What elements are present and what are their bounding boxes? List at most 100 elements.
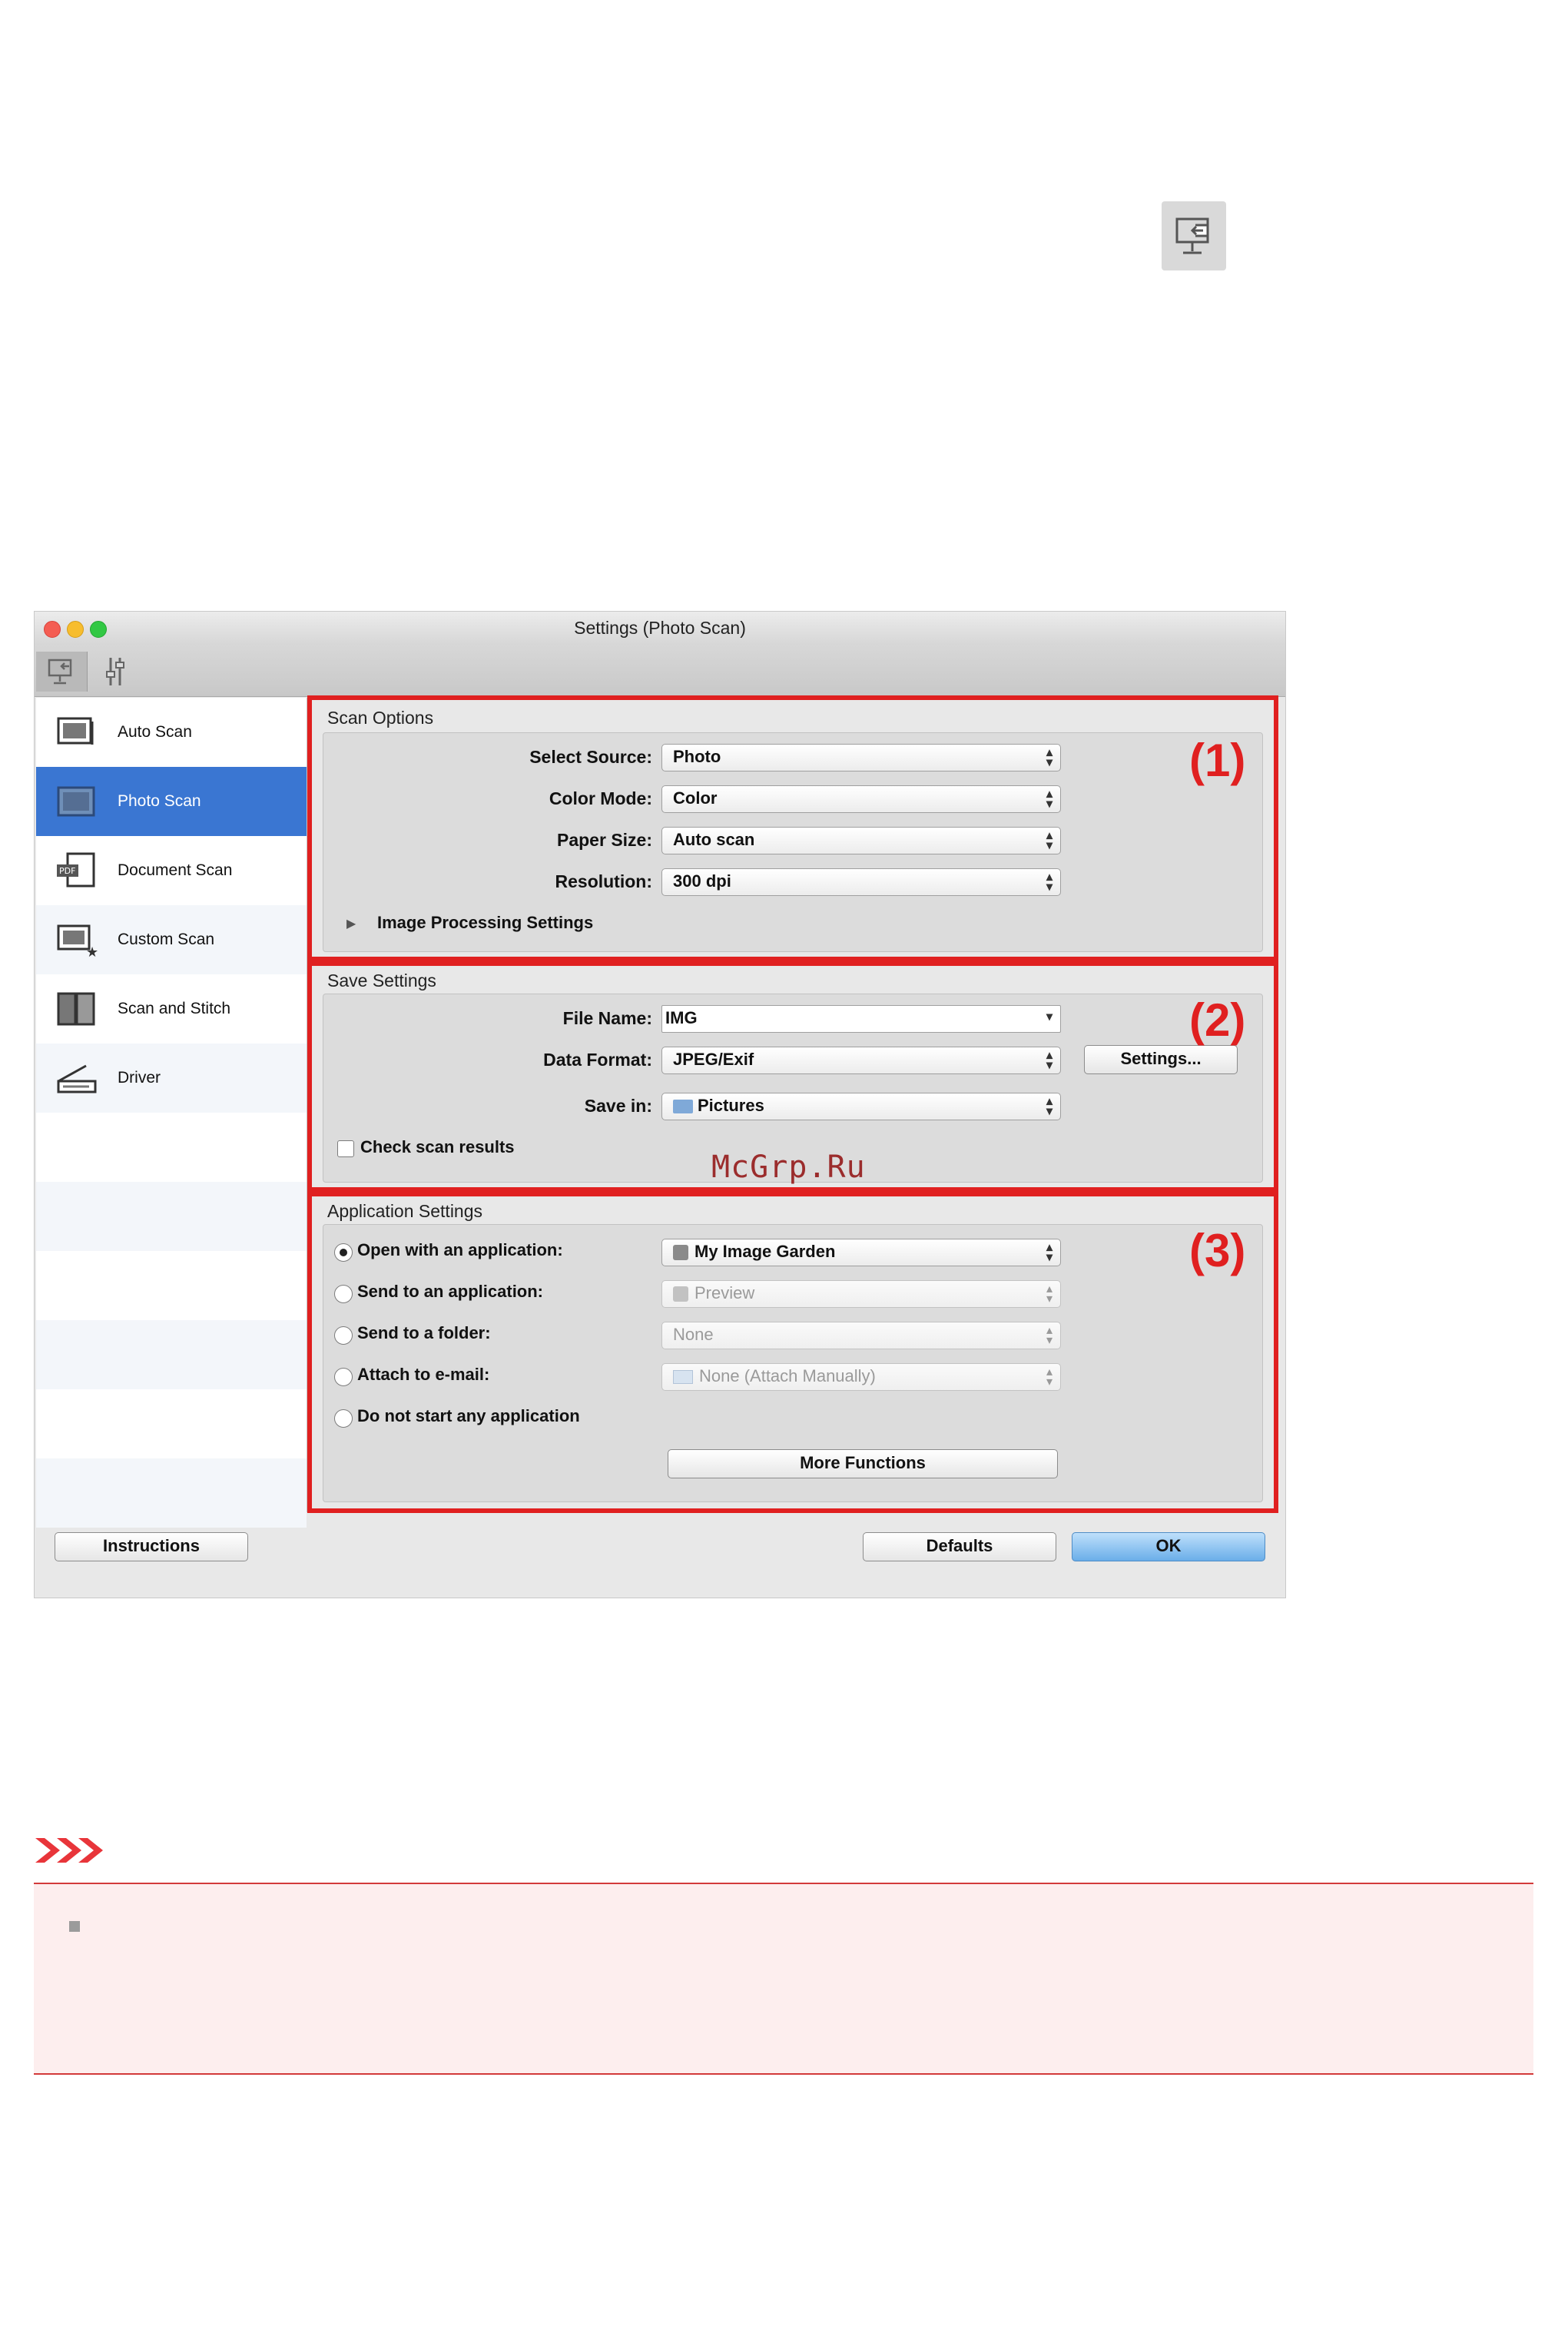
marker-3: (3) (1189, 1225, 1246, 1276)
preview-app-icon (673, 1286, 688, 1302)
folder-icon (673, 1370, 693, 1385)
updown-icon: ▴ ▾ (1046, 1324, 1053, 1347)
updown-icon: ▴ ▾ (1046, 788, 1053, 811)
document-scan-icon: PDF (53, 851, 101, 891)
updown-icon: ▴ ▾ (1046, 1282, 1053, 1306)
defaults-button[interactable]: Defaults (863, 1532, 1056, 1561)
scan-mode-sidebar: Auto Scan Photo Scan PDF Document Scan ★… (36, 698, 307, 1528)
sidebar-empty-row (36, 1458, 307, 1528)
important-icon (34, 1835, 111, 1866)
attach-to-email-label: Attach to e-mail: (357, 1365, 490, 1384)
marker-1: (1) (1189, 735, 1246, 786)
sidebar-item-scan-and-stitch[interactable]: Scan and Stitch (36, 974, 307, 1044)
title-bar: Settings (Photo Scan) (35, 612, 1285, 646)
data-format-dropdown[interactable]: JPEG/Exif ▴ ▾ (661, 1047, 1061, 1074)
check-scan-results-label: Check scan results (360, 1137, 515, 1156)
marker-2: (2) (1189, 994, 1246, 1046)
sidebar-item-auto-scan[interactable]: Auto Scan (36, 698, 307, 767)
color-mode-dropdown[interactable]: Color ▴ ▾ (661, 785, 1061, 813)
ok-button[interactable]: OK (1072, 1532, 1265, 1561)
select-source-dropdown[interactable]: Photo ▴ ▾ (661, 744, 1061, 771)
sidebar-item-label: Scan and Stitch (118, 1000, 231, 1017)
save-settings-title: Save Settings (327, 971, 436, 990)
sidebar-empty-row (36, 1113, 307, 1182)
check-scan-results-checkbox[interactable] (337, 1140, 354, 1157)
data-format-label: Data Format: (543, 1050, 652, 1070)
resolution-label: Resolution: (555, 871, 653, 891)
sidebar-item-photo-scan[interactable]: Photo Scan (36, 767, 307, 836)
sidebar-item-label: Custom Scan (118, 931, 215, 948)
more-functions-button[interactable]: More Functions (668, 1449, 1058, 1478)
sidebar-empty-row (36, 1320, 307, 1389)
file-name-combobox[interactable]: IMG ▾ (661, 1005, 1061, 1033)
auto-scan-icon (53, 712, 101, 752)
file-name-label: File Name: (562, 1008, 652, 1028)
svg-text:★: ★ (86, 944, 98, 958)
general-settings-tab[interactable] (90, 652, 141, 692)
save-in-label: Save in: (584, 1096, 652, 1116)
paper-size-dropdown[interactable]: Auto scan ▴ ▾ (661, 827, 1061, 854)
select-source-label: Select Source: (529, 747, 652, 767)
photo-scan-icon (53, 781, 101, 821)
disclosure-triangle-icon[interactable]: ▶ (346, 916, 356, 931)
scan-options-title: Scan Options (327, 708, 434, 728)
sidebar-empty-row (36, 1182, 307, 1251)
send-to-application-radio[interactable] (334, 1285, 353, 1303)
scan-settings-tab[interactable] (36, 652, 88, 692)
attach-to-email-dropdown[interactable]: None (Attach Manually) ▴ ▾ (661, 1363, 1061, 1391)
window-title: Settings (Photo Scan) (574, 618, 746, 638)
attach-to-email-radio[interactable] (334, 1368, 353, 1386)
image-processing-settings-toggle[interactable]: Image Processing Settings (377, 913, 593, 933)
send-to-application-dropdown[interactable]: Preview ▴ ▾ (661, 1280, 1061, 1308)
instructions-button[interactable]: Instructions (55, 1532, 248, 1561)
sidebar-item-label: Auto Scan (118, 723, 192, 741)
important-note-box (34, 1883, 1533, 2075)
send-to-folder-label: Send to a folder: (357, 1323, 491, 1342)
paper-size-label: Paper Size: (557, 830, 652, 850)
send-to-application-label: Send to an application: (357, 1282, 544, 1301)
application-settings-panel: Open with an application: My Image Garde… (323, 1224, 1263, 1502)
updown-icon: ▴ ▾ (1046, 1049, 1053, 1072)
bullet-icon (69, 1921, 80, 1932)
updown-icon: ▴ ▾ (1046, 871, 1053, 894)
sidebar-item-label: Document Scan (118, 861, 233, 879)
updown-icon: ▴ ▾ (1046, 746, 1053, 769)
sidebar-item-driver[interactable]: Driver (36, 1044, 307, 1113)
custom-scan-icon: ★ (53, 920, 101, 960)
open-with-application-radio[interactable] (334, 1243, 353, 1262)
send-to-folder-radio[interactable] (334, 1326, 353, 1345)
settings-toolbar (35, 645, 1285, 697)
application-settings-title: Application Settings (327, 1201, 483, 1221)
folder-icon (673, 1100, 693, 1114)
sidebar-item-document-scan[interactable]: PDF Document Scan (36, 836, 307, 905)
watermark: McGrp.Ru (711, 1150, 866, 1185)
driver-icon (53, 1058, 101, 1098)
my-image-garden-icon (673, 1245, 688, 1261)
sidebar-item-label: Photo Scan (118, 792, 201, 810)
updown-icon: ▴ ▾ (1046, 1095, 1053, 1118)
sidebar-item-custom-scan[interactable]: ★ Custom Scan (36, 905, 307, 974)
scan-icon (48, 659, 72, 685)
updown-icon: ▴ ▾ (1046, 1241, 1053, 1264)
send-to-folder-dropdown[interactable]: None ▴ ▾ (661, 1322, 1061, 1349)
save-in-dropdown[interactable]: Pictures ▴ ▾ (661, 1093, 1061, 1120)
scan-options-panel: Select Source: Photo ▴ ▾ Color Mode: Color… (323, 732, 1263, 952)
dropdown-arrow-icon: ▾ (1046, 1010, 1053, 1024)
do-not-start-application-radio[interactable] (334, 1409, 353, 1428)
sidebar-item-label: Driver (118, 1069, 161, 1087)
sidebar-empty-row (36, 1251, 307, 1320)
scan-mode-icon[interactable] (1162, 201, 1226, 270)
color-mode-label: Color Mode: (549, 788, 652, 808)
open-with-application-label: Open with an application: (357, 1240, 563, 1259)
settings-window: Settings (Photo Scan) Auto Scan Photo Sc… (34, 611, 1286, 1598)
do-not-start-application-label: Do not start any application (357, 1406, 580, 1425)
open-with-application-dropdown[interactable]: My Image Garden ▴ ▾ (661, 1239, 1061, 1266)
scan-stitch-icon (53, 989, 101, 1029)
updown-icon: ▴ ▾ (1046, 829, 1053, 852)
general-settings-icon (106, 658, 124, 685)
data-format-settings-button[interactable]: Settings... (1084, 1045, 1238, 1074)
svg-text:PDF: PDF (59, 866, 75, 876)
resolution-dropdown[interactable]: 300 dpi ▴ ▾ (661, 868, 1061, 896)
scan-options-highlight: Scan Options Select Source: Photo ▴ ▾ Colo… (307, 695, 1278, 961)
application-settings-highlight: Application Settings Open with an applic… (307, 1192, 1278, 1513)
